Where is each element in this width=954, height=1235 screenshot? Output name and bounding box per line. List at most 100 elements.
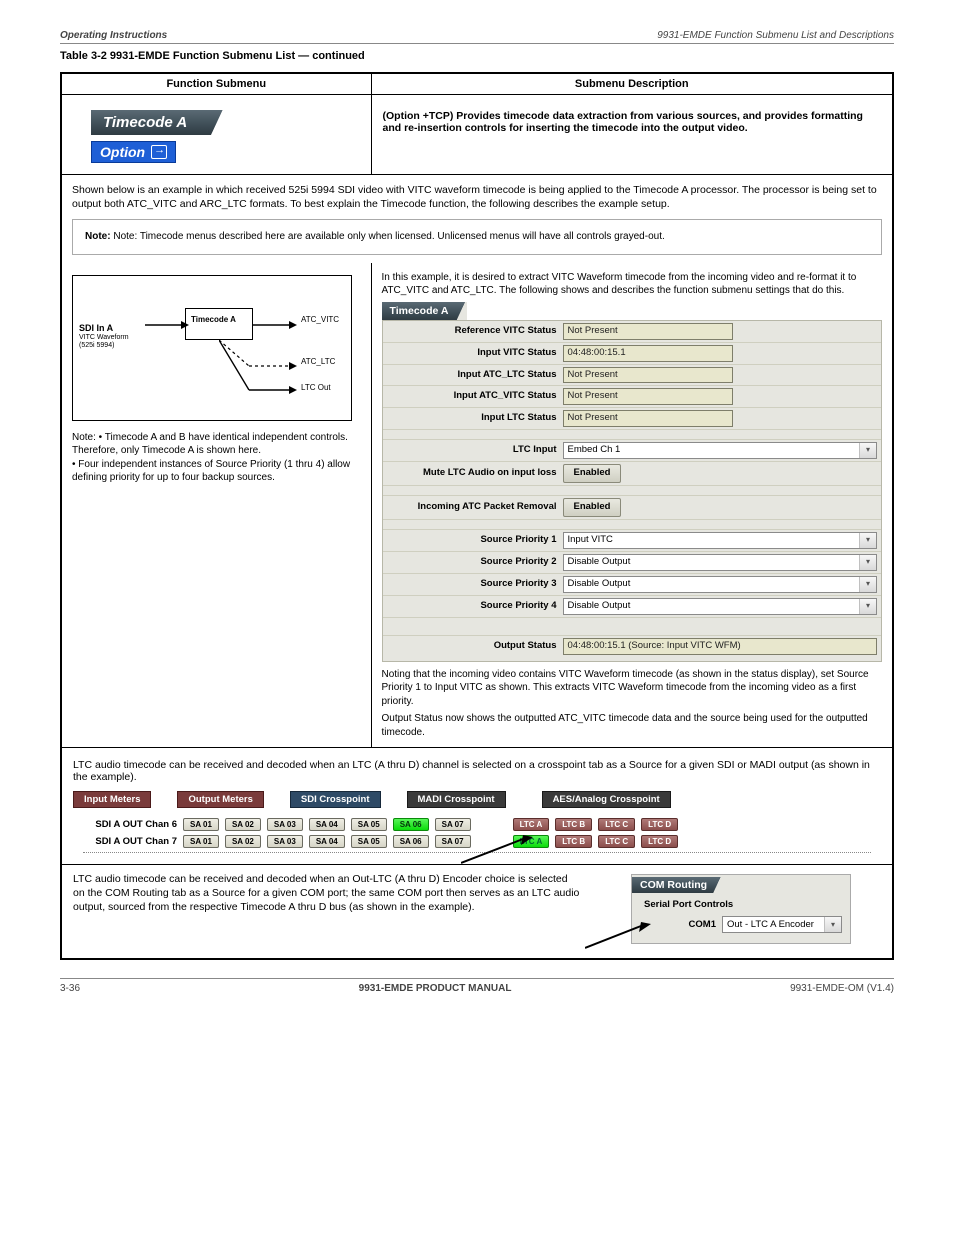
com-intro: LTC audio timecode can be received and d…: [63, 866, 591, 919]
status-intro: In this example, it is desired to extrac…: [382, 271, 883, 298]
chevron-down-icon: ▾: [859, 443, 876, 458]
label-in-vitc: Input VITC Status: [383, 344, 563, 363]
example-intro: Shown below is an example in which recei…: [72, 183, 882, 211]
com-sub-label: Serial Port Controls: [644, 899, 842, 910]
tab-madi-crosspoint[interactable]: MADI Crosspoint: [407, 791, 506, 808]
sa-pill[interactable]: SA 06: [393, 835, 429, 848]
sa-pill[interactable]: SA 03: [267, 835, 303, 848]
label-priority2: Source Priority 2: [383, 553, 563, 572]
label-in-ltc: Input LTC Status: [383, 409, 563, 428]
main-table: Function Submenu Submenu Description Tim…: [60, 72, 894, 960]
dropdown-com1[interactable]: Out - LTC A Encoder ▾: [722, 916, 842, 933]
chevron-down-icon: ▾: [859, 577, 876, 592]
ltc-pill[interactable]: LTC C: [598, 835, 635, 848]
chan-label-7: SDI A OUT Chan 7: [83, 836, 177, 847]
diagram-in-label: SDI In A: [79, 322, 113, 334]
license-note: (Option +TCP) Provides timecode data ext…: [383, 110, 882, 134]
ltc-intro: LTC audio timecode can be received and d…: [63, 749, 891, 789]
dropdown-priority2[interactable]: Disable Output▾: [563, 554, 878, 571]
chan-row-6: SDI A OUT Chan 6 SA 01 SA 02 SA 03 SA 04…: [83, 818, 871, 831]
label-in-atc-ltc: Input ATC_LTC Status: [383, 366, 563, 385]
sa-pill[interactable]: SA 05: [351, 835, 387, 848]
dropdown-priority1[interactable]: Input VITC▾: [563, 532, 878, 549]
label-priority4: Source Priority 4: [383, 597, 563, 616]
diagram-out3: LTC Out: [301, 384, 331, 393]
dropdown-priority3[interactable]: Disable Output▾: [563, 576, 878, 593]
footer-page: 3-36: [60, 983, 80, 994]
chevron-down-icon: ▾: [859, 533, 876, 548]
col-header-submenu: Submenu Description: [371, 73, 893, 95]
status-output-line: Output Status now shows the outputted AT…: [382, 712, 883, 739]
sa-pill[interactable]: SA 01: [183, 835, 219, 848]
table-caption: Table 3-2 9931-EMDE Function Submenu Lis…: [60, 50, 894, 62]
status-noting: Noting that the incoming video contains …: [382, 668, 883, 709]
chevron-down-icon: ▾: [824, 917, 841, 932]
option-badge: Option: [91, 141, 176, 163]
label-priority1: Source Priority 1: [383, 531, 563, 550]
ltc-pill[interactable]: LTC A: [513, 818, 550, 831]
label-ref-vitc: Reference VITC Status: [383, 322, 563, 341]
diagram-block-label: Timecode A: [191, 316, 236, 325]
com1-label: COM1: [689, 919, 716, 930]
value-ref-vitc: Not Present: [563, 323, 733, 340]
sa-pill[interactable]: SA 03: [267, 818, 303, 831]
dropdown-ltc-input[interactable]: Embed Ch 1 ▾: [563, 442, 878, 459]
sa-pill[interactable]: SA 01: [183, 818, 219, 831]
ltc-pill[interactable]: LTC B: [555, 818, 592, 831]
sa-pill[interactable]: SA 04: [309, 835, 345, 848]
chan-row-7: SDI A OUT Chan 7 SA 01 SA 02 SA 03 SA 04…: [83, 835, 871, 848]
section-header-left: Operating Instructions: [60, 30, 167, 41]
diagram-out2: ATC_LTC: [301, 358, 335, 367]
com-routing-tab[interactable]: COM Routing: [632, 877, 721, 893]
toggle-atc-removal[interactable]: Enabled: [563, 498, 622, 517]
tab-output-meters[interactable]: Output Meters: [177, 791, 263, 808]
col-header-function: Function Submenu: [61, 73, 371, 95]
status-panel-tab[interactable]: Timecode A: [382, 302, 467, 320]
label-in-atc-vitc: Input ATC_VITC Status: [383, 387, 563, 406]
tab-input-meters[interactable]: Input Meters: [73, 791, 151, 808]
crosspoint-tabs: Input Meters Output Meters SDI Crosspoin…: [73, 791, 881, 808]
label-priority3: Source Priority 3: [383, 575, 563, 594]
sa-pill[interactable]: SA 02: [225, 835, 261, 848]
sa-pill[interactable]: SA 05: [351, 818, 387, 831]
footer-title: 9931-EMDE PRODUCT MANUAL: [359, 983, 512, 994]
dropdown-priority4[interactable]: Disable Output▾: [563, 598, 878, 615]
value-in-ltc: Not Present: [563, 410, 733, 427]
ltc-pill[interactable]: LTC B: [555, 835, 592, 848]
mandatory-note: Note: Note: Timecode menus described her…: [72, 219, 882, 255]
tab-aes-crosspoint[interactable]: AES/Analog Crosspoint: [542, 791, 671, 808]
chevron-down-icon: ▾: [859, 599, 876, 614]
ltc-pill[interactable]: LTC D: [641, 835, 678, 848]
value-in-atc-ltc: Not Present: [563, 367, 733, 384]
value-output-status: 04:48:00:15.1 (Source: Input VITC WFM): [563, 638, 878, 655]
tab-sdi-crosspoint[interactable]: SDI Crosspoint: [290, 791, 381, 808]
chan-label-6: SDI A OUT Chan 6: [83, 819, 177, 830]
ltc-pill[interactable]: LTC C: [598, 818, 635, 831]
value-in-vitc: 04:48:00:15.1: [563, 345, 733, 362]
sa-pill-active[interactable]: SA 06: [393, 818, 429, 831]
section-header-right: 9931-EMDE Function Submenu List and Desc…: [657, 30, 894, 41]
option-label: Option: [100, 144, 145, 160]
priority-note: Note: • Timecode A and B have identical …: [72, 431, 361, 485]
status-panel: Timecode A Reference VITC Status Not Pre…: [382, 302, 883, 662]
label-ltc-input: LTC Input: [383, 441, 563, 460]
diagram-out1: ATC_VITC: [301, 316, 339, 325]
pointer-arrow-icon: [585, 918, 655, 952]
ltc-pill[interactable]: LTC D: [641, 818, 678, 831]
diagram-in-sub: VITC Waveform (525i 5994): [79, 334, 129, 349]
timecode-tab[interactable]: Timecode A: [91, 110, 231, 135]
value-in-atc-vitc: Not Present: [563, 388, 733, 405]
com-panel: COM Routing Serial Port Controls COM1 Ou…: [631, 874, 851, 944]
page-footer: 3-36 9931-EMDE PRODUCT MANUAL 9931-EMDE-…: [60, 978, 894, 994]
sa-pill[interactable]: SA 04: [309, 818, 345, 831]
label-mute: Mute LTC Audio on input loss: [383, 464, 563, 483]
pointer-arrow-icon: [461, 833, 541, 867]
timecode-diagram: SDI In A VITC Waveform (525i 5994) Timec…: [72, 275, 352, 421]
option-icon: [151, 145, 167, 159]
sa-pill[interactable]: SA 02: [225, 818, 261, 831]
footer-version: 9931-EMDE-OM (V1.4): [790, 983, 894, 994]
label-output-status: Output Status: [383, 637, 563, 656]
label-atc-removal: Incoming ATC Packet Removal: [383, 498, 563, 517]
toggle-mute[interactable]: Enabled: [563, 464, 622, 483]
sa-pill[interactable]: SA 07: [435, 818, 471, 831]
